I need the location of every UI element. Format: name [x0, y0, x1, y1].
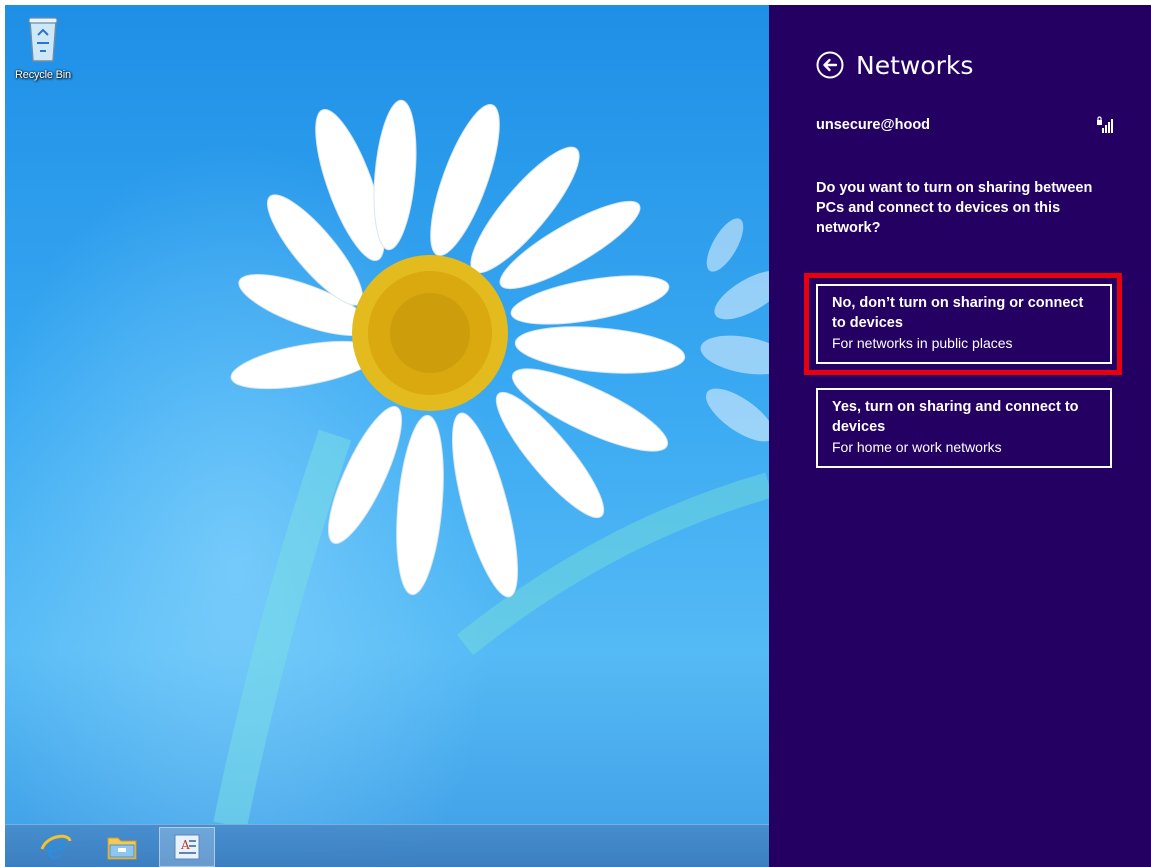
- desktop-icon-recycle-bin[interactable]: Recycle Bin: [9, 13, 77, 81]
- folder-icon: [107, 837, 137, 860]
- option-yes-sharing-label: Yes, turn on sharing and connect to devi…: [832, 399, 1079, 435]
- panel-title: Networks: [856, 50, 974, 80]
- networks-charm-panel: Networks unsecure@hood Do you want to tu…: [769, 5, 1151, 867]
- taskbar-internet-explorer[interactable]: e: [28, 827, 84, 867]
- network-row: unsecure@hood: [816, 113, 1116, 137]
- panel-header: Networks: [816, 47, 973, 83]
- back-arrow-icon[interactable]: [816, 51, 844, 79]
- network-name: unsecure@hood: [816, 117, 931, 133]
- option-yes-sharing-button[interactable]: Yes, turn on sharing and connect to devi…: [816, 388, 1112, 468]
- wallpaper-daisy: [213, 99, 769, 825]
- svg-text:A: A: [180, 838, 190, 852]
- sharing-question: Do you want to turn on sharing between P…: [816, 180, 1093, 236]
- taskbar-file-explorer[interactable]: [94, 827, 150, 867]
- desktop-icon-label: Recycle Bin: [15, 69, 71, 81]
- wifi-signal-secured-icon: [1097, 116, 1113, 133]
- taskbar[interactable]: e A: [5, 824, 769, 867]
- recycle-bin-icon: [28, 17, 58, 62]
- option-no-sharing-description: For networks in public places: [832, 335, 1013, 351]
- option-yes-sharing-description: For home or work networks: [832, 439, 1002, 455]
- desktop[interactable]: Recycle Bin e A: [5, 5, 769, 867]
- internet-explorer-icon: e: [40, 831, 72, 863]
- document-app-icon: A: [174, 834, 200, 860]
- option-no-sharing-button[interactable]: No, don’t turn on sharing or connect to …: [816, 284, 1112, 364]
- option-no-sharing-label: No, don’t turn on sharing or connect to …: [832, 295, 1084, 331]
- taskbar-wordpad[interactable]: A: [159, 827, 215, 867]
- screen: Recycle Bin e A Networks unsecure@hood D…: [5, 5, 1151, 867]
